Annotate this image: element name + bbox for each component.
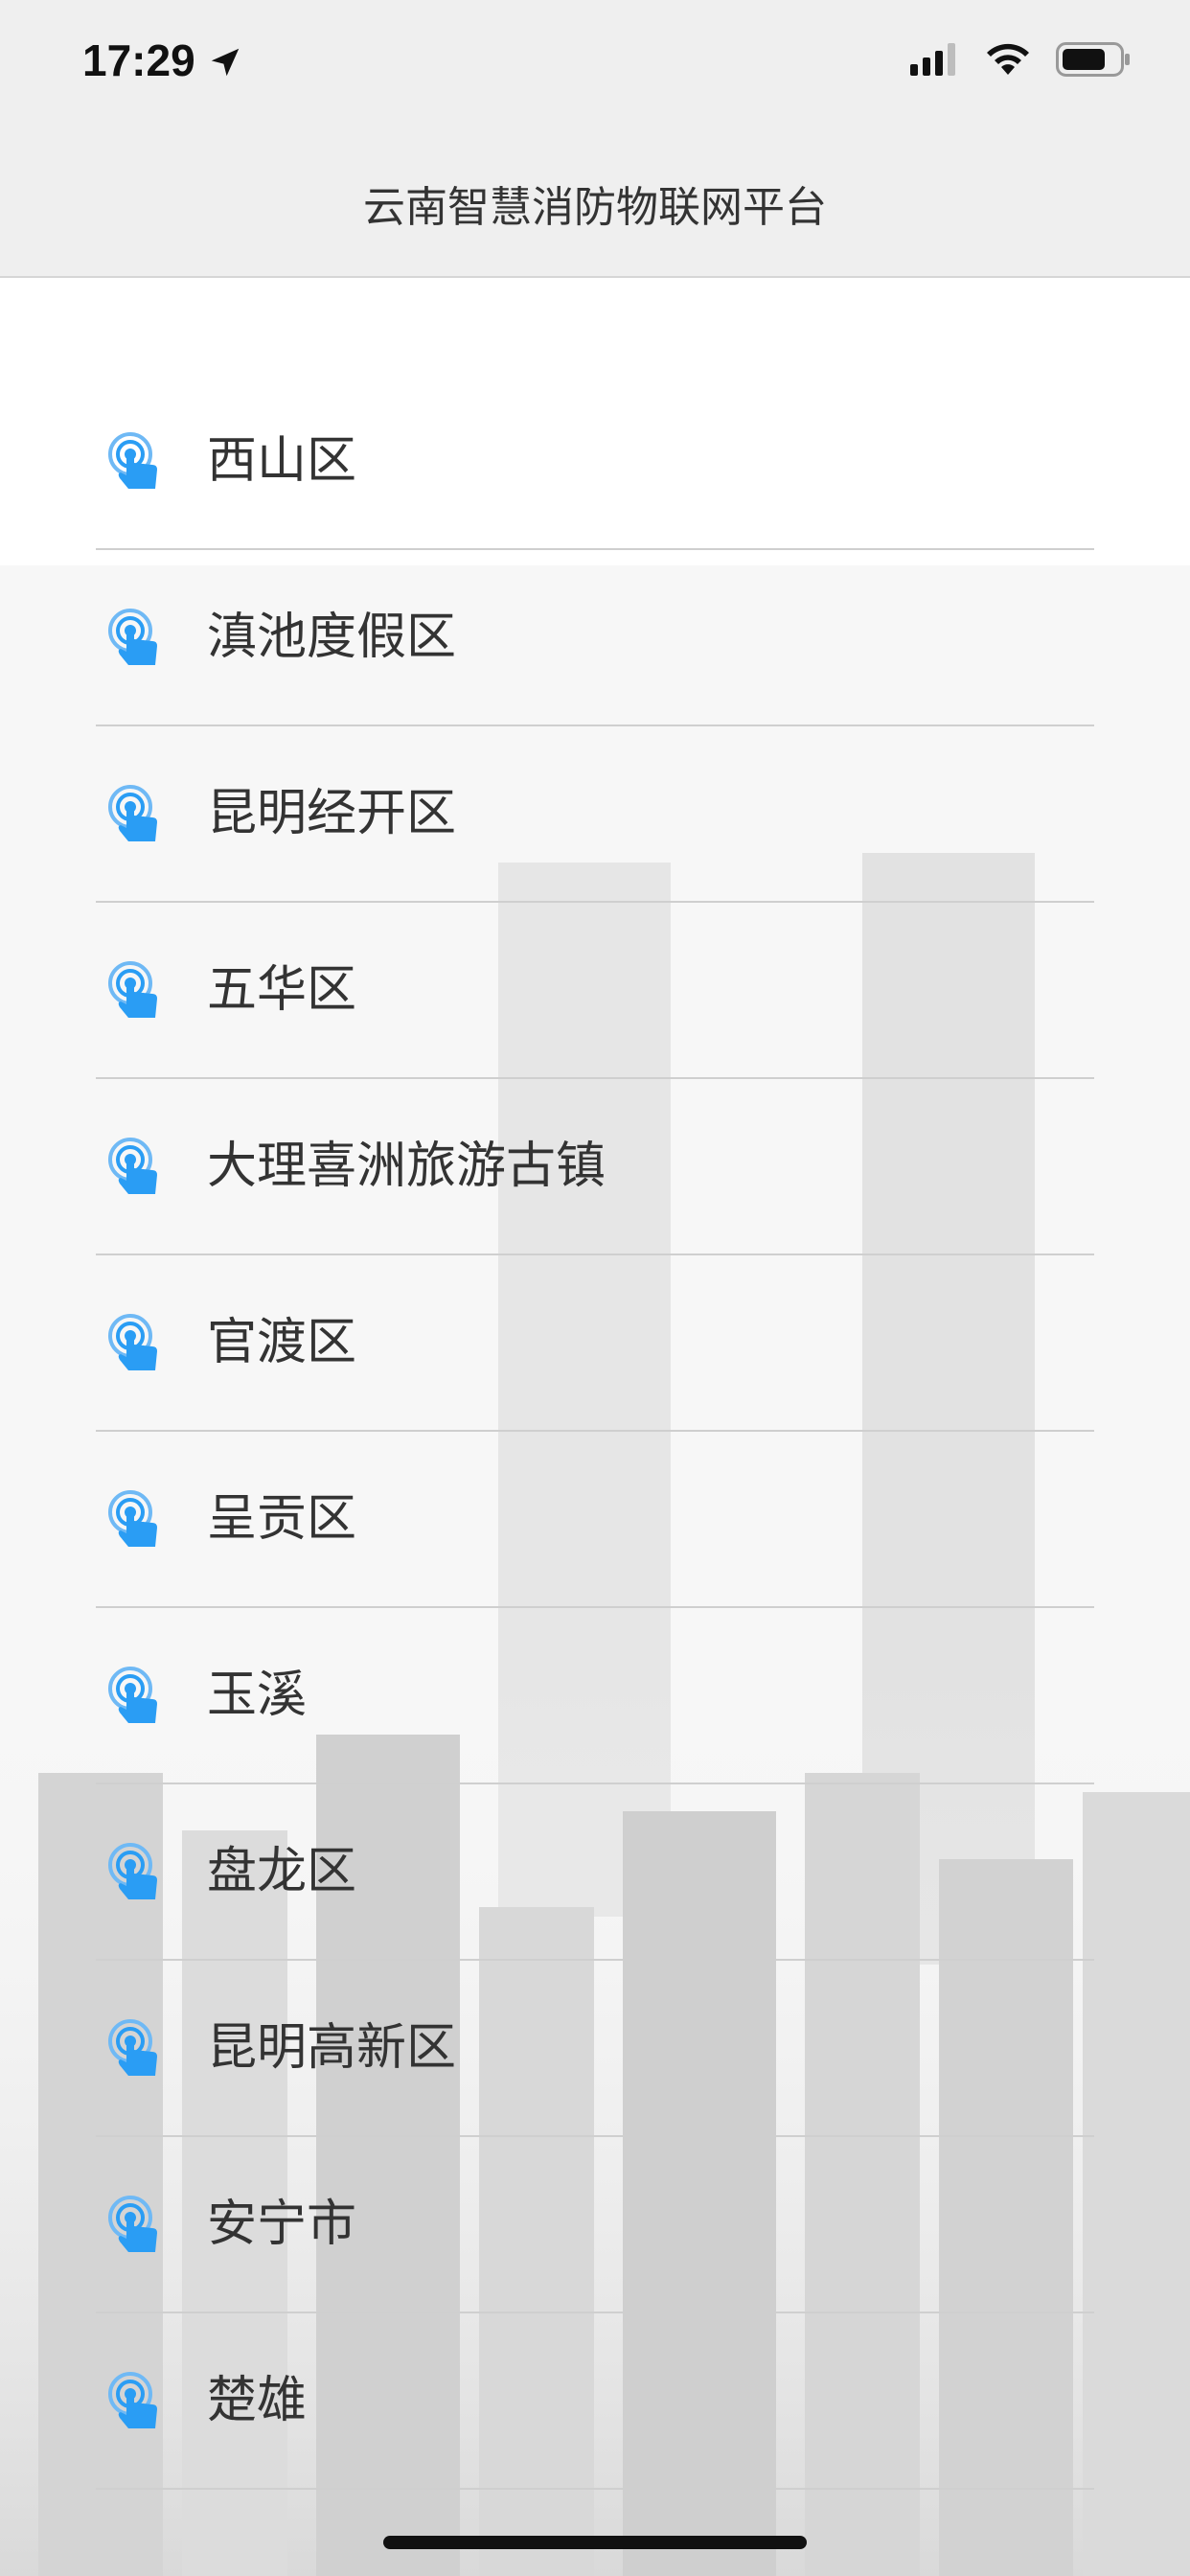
list-item[interactable]: 昆明高新区 (0, 1961, 1190, 2137)
status-bar: 17:29 (0, 0, 1190, 134)
location-tap-icon (108, 609, 157, 665)
location-tap-icon (108, 2019, 157, 2076)
region-list: 西山区 滇池度假区 昆明经开区 五华区 大理喜洲旅游古镇 官渡区 呈贡区 玉溪 … (0, 374, 1190, 2490)
cellular-signal-icon (910, 43, 955, 76)
list-item-label: 滇池度假区 (207, 609, 457, 666)
list-item-label: 盘龙区 (207, 1843, 357, 1900)
status-time: 17:29 (82, 35, 195, 85)
page-title: 云南智慧消防物联网平台 (363, 183, 827, 232)
row-divider (96, 2488, 1094, 2490)
location-tap-icon (108, 1667, 157, 1723)
navigation-bar: 云南智慧消防物联网平台 (0, 134, 1190, 278)
region-list-view[interactable]: 西山区 滇池度假区 昆明经开区 五华区 大理喜洲旅游古镇 官渡区 呈贡区 玉溪 … (0, 278, 1190, 2576)
list-item[interactable]: 五华区 (0, 903, 1190, 1079)
wifi-icon (987, 43, 1029, 75)
location-tap-icon (108, 1314, 157, 1370)
list-item[interactable]: 大理喜洲旅游古镇 (0, 1079, 1190, 1255)
list-item[interactable]: 呈贡区 (0, 1432, 1190, 1608)
home-indicator[interactable] (383, 2536, 807, 2549)
location-tap-icon (108, 432, 157, 489)
location-tap-icon (108, 2196, 157, 2252)
list-item[interactable]: 昆明经开区 (0, 726, 1190, 903)
location-tap-icon (108, 1490, 157, 1547)
list-item[interactable]: 滇池度假区 (0, 550, 1190, 726)
location-tap-icon (108, 1138, 157, 1194)
list-item-label: 昆明经开区 (207, 785, 457, 842)
location-tap-icon (108, 785, 157, 841)
battery-icon (1056, 42, 1130, 77)
list-item-label: 西山区 (207, 432, 357, 490)
list-item[interactable]: 玉溪 (0, 1608, 1190, 1784)
list-item[interactable]: 盘龙区 (0, 1784, 1190, 1961)
location-tap-icon (108, 961, 157, 1018)
list-item-label: 玉溪 (207, 1667, 308, 1724)
list-item-label: 官渡区 (207, 1314, 357, 1371)
list-item[interactable]: 安宁市 (0, 2137, 1190, 2313)
list-item-label: 大理喜洲旅游古镇 (207, 1138, 606, 1195)
list-item[interactable]: 西山区 (0, 374, 1190, 550)
location-tap-icon (108, 2372, 157, 2428)
list-item-label: 昆明高新区 (207, 2019, 457, 2077)
list-item-label: 呈贡区 (207, 1490, 357, 1548)
list-item-label: 安宁市 (207, 2196, 357, 2253)
list-item-label: 楚雄 (207, 2372, 308, 2429)
list-item-label: 五华区 (207, 961, 357, 1019)
list-item[interactable]: 官渡区 (0, 1255, 1190, 1432)
list-item[interactable]: 楚雄 (0, 2313, 1190, 2490)
location-arrow-icon (211, 48, 240, 77)
location-tap-icon (108, 1843, 157, 1899)
